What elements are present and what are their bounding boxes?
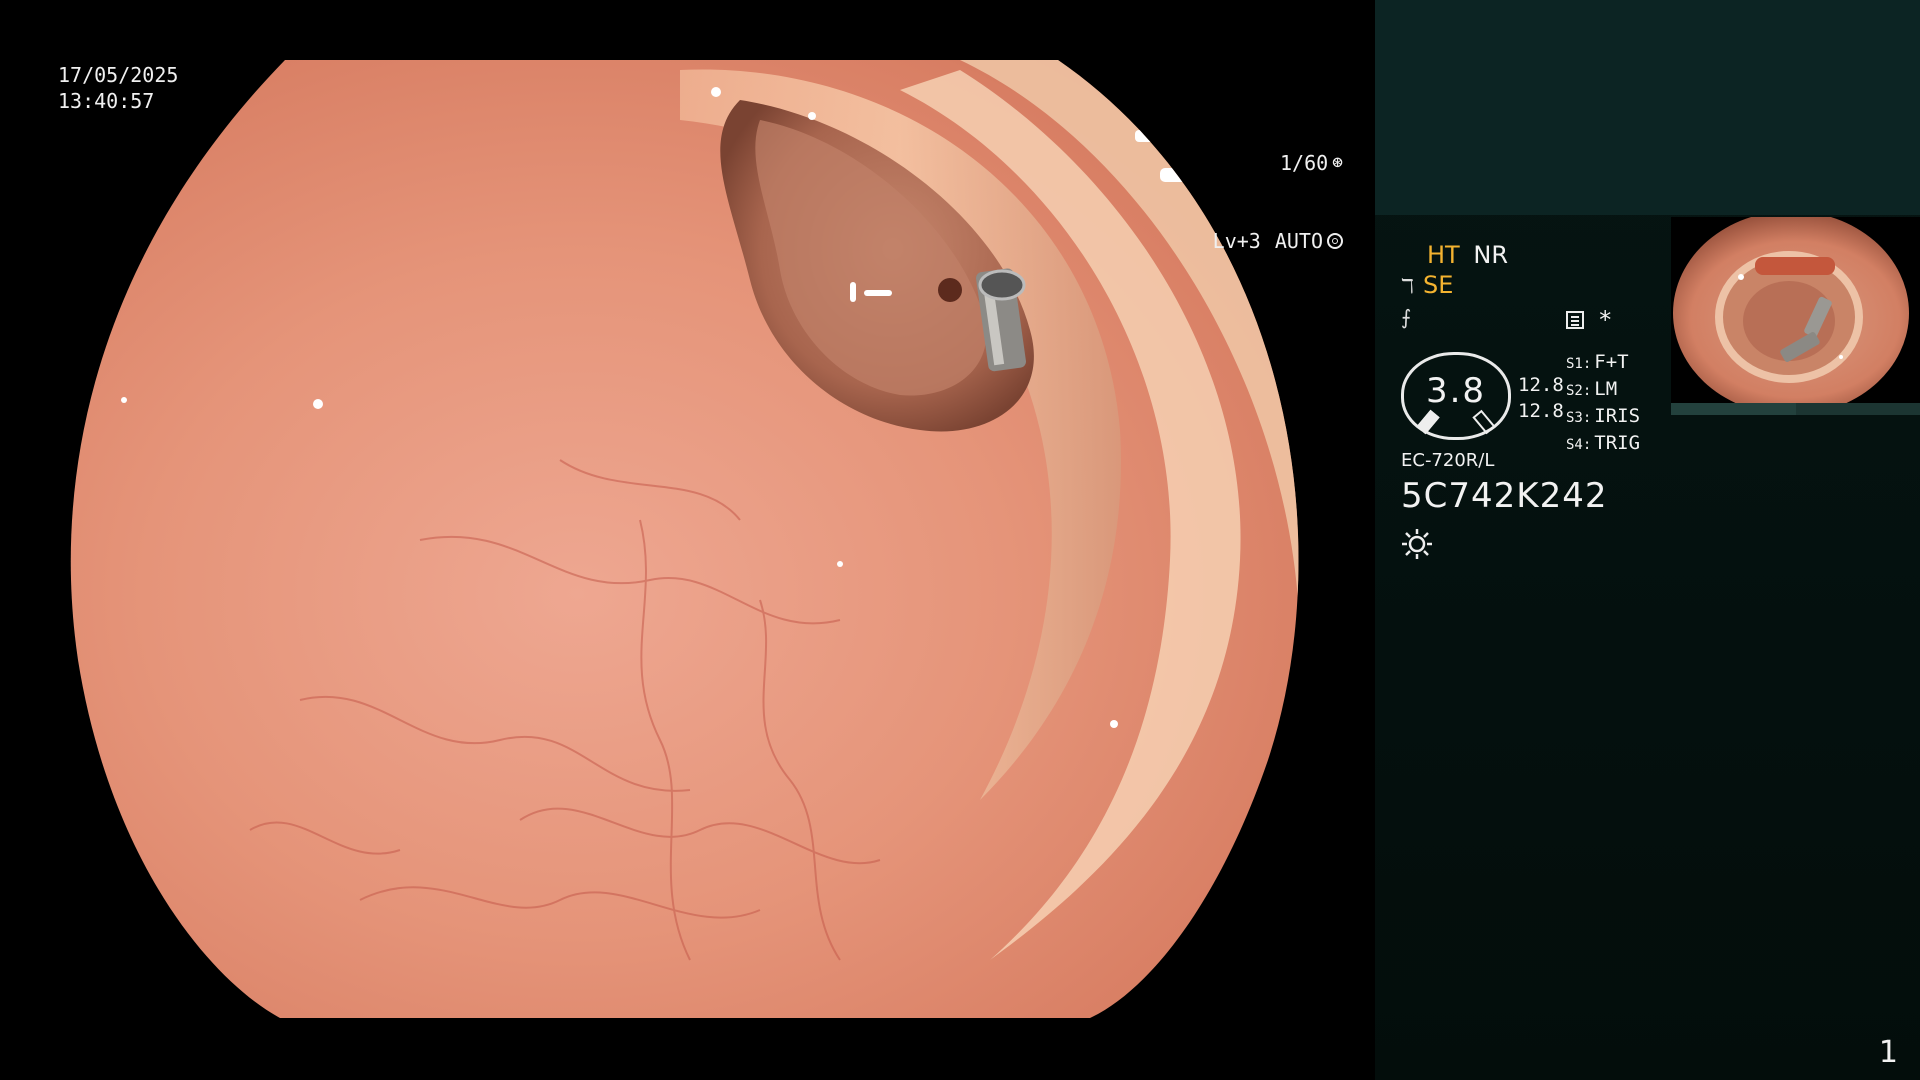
- freeze-icon: ⨍: [1401, 305, 1412, 329]
- iris-icon: [1327, 233, 1343, 249]
- date-time-readout: 17/05/2025 13:40:57: [58, 62, 178, 114]
- scope-serial-number: 5C742K242: [1401, 476, 1608, 516]
- gauge-marker-left: [1416, 409, 1440, 435]
- aperture-icon: ⊛: [1332, 152, 1343, 173]
- thumbnail-status-bar: [1671, 403, 1920, 415]
- endoscopic-image: [70, 60, 1299, 1018]
- reading-2: 12.8: [1518, 400, 1564, 422]
- switch-row: S3: IRIS: [1566, 405, 1641, 427]
- gauge-marker-right: [1472, 409, 1496, 435]
- enhancement-icon: ℸ: [1401, 274, 1414, 298]
- thumbnail-status-fill: [1671, 403, 1796, 415]
- image-mode-status: HT NR ℸ SE ⨍: [1401, 240, 1661, 332]
- scope-switch-assignments: S1: F+T S2: LM S3: IRIS S4: TRIG: [1566, 350, 1640, 458]
- captured-image-thumbnail[interactable]: [1671, 217, 1920, 403]
- switch-row: S4: TRIG: [1566, 432, 1641, 454]
- nr-mode: NR: [1473, 241, 1508, 269]
- panel-header-area: [1375, 0, 1920, 215]
- asterisk-marker: *: [1598, 306, 1613, 334]
- zoom-gauge: 3.8: [1401, 352, 1511, 440]
- shutter-speed: 1/60: [1279, 151, 1329, 175]
- time-text: 13:40:57: [58, 89, 155, 113]
- iris-level: Lv+3: [1212, 229, 1261, 253]
- light-sun-icon: [1402, 529, 1432, 559]
- thumbnail-image: [1673, 217, 1909, 403]
- reading-1: 12.8: [1518, 374, 1564, 396]
- page-number: 1: [1878, 1035, 1898, 1070]
- switch-row: S2: LM: [1566, 378, 1618, 400]
- scope-model: EC-720R/L: [1401, 450, 1495, 471]
- settings-list-icon: [1566, 311, 1584, 329]
- date-text: 17/05/2025: [58, 63, 179, 87]
- gauge-readings: 12.8 12.8: [1518, 372, 1564, 424]
- iris-mode: AUTO: [1274, 229, 1323, 253]
- processor-info-panel: HT NR ℸ SE ⨍ * 3.8 12.8 12.8 S1: F+T S2: LM…: [1375, 0, 1920, 1080]
- exposure-readout: 1/60 ⊛ Lv+3 AUTO: [1213, 98, 1343, 306]
- gauge-value: 3.8: [1425, 371, 1487, 411]
- switch-row: S1: F+T: [1566, 351, 1629, 373]
- se-mode: SE: [1423, 271, 1454, 299]
- endoscope-live-view: 17/05/2025 13:40:57 1/60 ⊛ Lv+3 AUTO: [0, 0, 1375, 1080]
- ht-mode: HT: [1427, 241, 1460, 269]
- settings-icons: *: [1566, 306, 1612, 334]
